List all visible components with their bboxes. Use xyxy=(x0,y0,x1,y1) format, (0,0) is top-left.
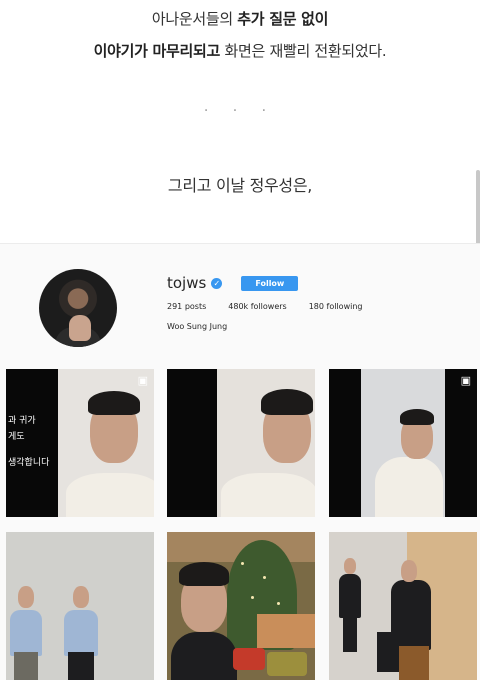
article-text-plain: 아나운서들의 xyxy=(151,10,238,28)
video-camera-icon: ▣ xyxy=(460,374,471,387)
profile-full-name: Woo Sung Jung xyxy=(167,322,228,331)
profile-avatar[interactable] xyxy=(39,269,117,347)
article-line-1: 아나운서들의 추가 질문 없이 xyxy=(0,8,480,29)
follow-button[interactable]: Follow xyxy=(241,275,299,291)
article-text-plain: 화면은 재빨리 전환되었다. xyxy=(220,42,387,60)
post-tile[interactable]: ▣ xyxy=(329,369,477,517)
video-subtitle: 게도 xyxy=(8,432,25,442)
post-tile[interactable] xyxy=(167,369,315,517)
post-tile[interactable] xyxy=(6,532,154,680)
post-tile[interactable] xyxy=(329,532,477,680)
video-subtitle: 생각합니다 xyxy=(8,458,50,468)
post-tile[interactable] xyxy=(167,532,315,680)
article-text-bold: 추가 질문 없이 xyxy=(237,10,329,28)
section-divider-dots: · · · xyxy=(203,103,277,119)
posts-stat: 291 posts xyxy=(167,302,207,311)
instagram-profile-embed: tojws ✓ Follow 291 posts 480k followers … xyxy=(0,243,480,680)
profile-stats: 291 posts 480k followers 180 following xyxy=(167,302,363,311)
article-line-2: 이야기가 마무리되고 화면은 재빨리 전환되었다. xyxy=(0,40,480,61)
verified-check-icon: ✓ xyxy=(211,277,223,289)
profile-username[interactable]: tojws xyxy=(167,274,206,292)
video-subtitle: 과 귀가 xyxy=(8,416,36,426)
post-tile[interactable]: 과 귀가 게도 생각합니다 ▣ xyxy=(6,369,154,517)
followers-stat[interactable]: 480k followers xyxy=(228,302,286,311)
video-camera-icon: ▣ xyxy=(137,374,148,387)
following-stat[interactable]: 180 following xyxy=(309,302,363,311)
article-line-3: 그리고 이날 정우성은, xyxy=(167,176,313,195)
profile-header: tojws ✓ Follow xyxy=(167,274,299,292)
article-text-bold: 이야기가 마무리되고 xyxy=(93,42,221,60)
